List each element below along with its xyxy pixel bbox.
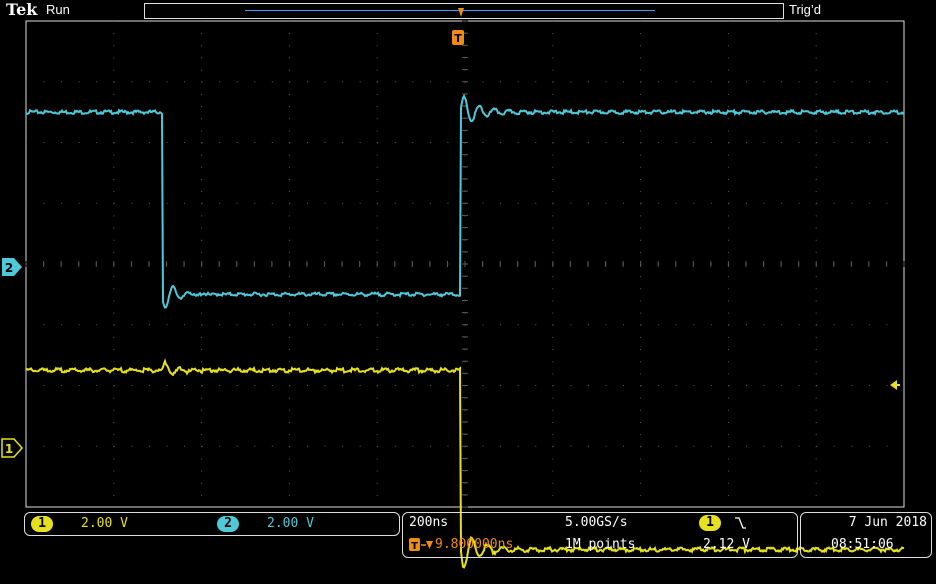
time-per-division: 200ns [409,515,449,530]
record-length: 1M points [565,537,636,552]
falling-edge-icon [733,515,747,534]
vertical-settings-panel[interactable]: 1 2.00 V 2 2.00 V [24,512,400,536]
arrow-left-icon[interactable] [890,380,900,390]
svg-text:T: T [411,541,418,552]
waveform-graticule[interactable]: T 2 1 [0,0,936,584]
svg-text:1: 1 [5,442,13,456]
oscilloscope-display: Tek Run Trig’d T 2 1 1 2.00 V 2 2.00 V 2… [0,0,936,584]
trigger-position-marker[interactable]: T [452,8,464,45]
svg-text:2: 2 [5,261,13,275]
svg-text:T: T [454,32,462,45]
horizontal-trigger-panel[interactable]: 200ns T 9.800000ns 5.00GS/s 1M points 1 … [402,512,798,558]
graticule-grid [25,20,905,508]
ch2-badge: 2 [217,516,239,532]
ch2-scale: 2.00 V [267,516,314,531]
ch1-badge: 1 [31,516,53,532]
trigger-position-icon: T [409,537,435,556]
ch2-ground-marker[interactable]: 2 [2,258,22,276]
sample-rate: 5.00GS/s [565,515,628,530]
time: 08:51:06 [831,537,894,552]
trigger-level: 2.12 V [703,537,750,552]
trigger-source-badge: 1 [699,515,721,531]
datetime-panel[interactable]: 7 Jun 2018 08:51:06 [800,512,932,558]
horizontal-position: 9.800000ns [435,537,514,552]
ch1-scale: 2.00 V [81,516,128,531]
date: 7 Jun 2018 [848,515,927,530]
ch1-ground-marker[interactable]: 1 [1,438,24,458]
